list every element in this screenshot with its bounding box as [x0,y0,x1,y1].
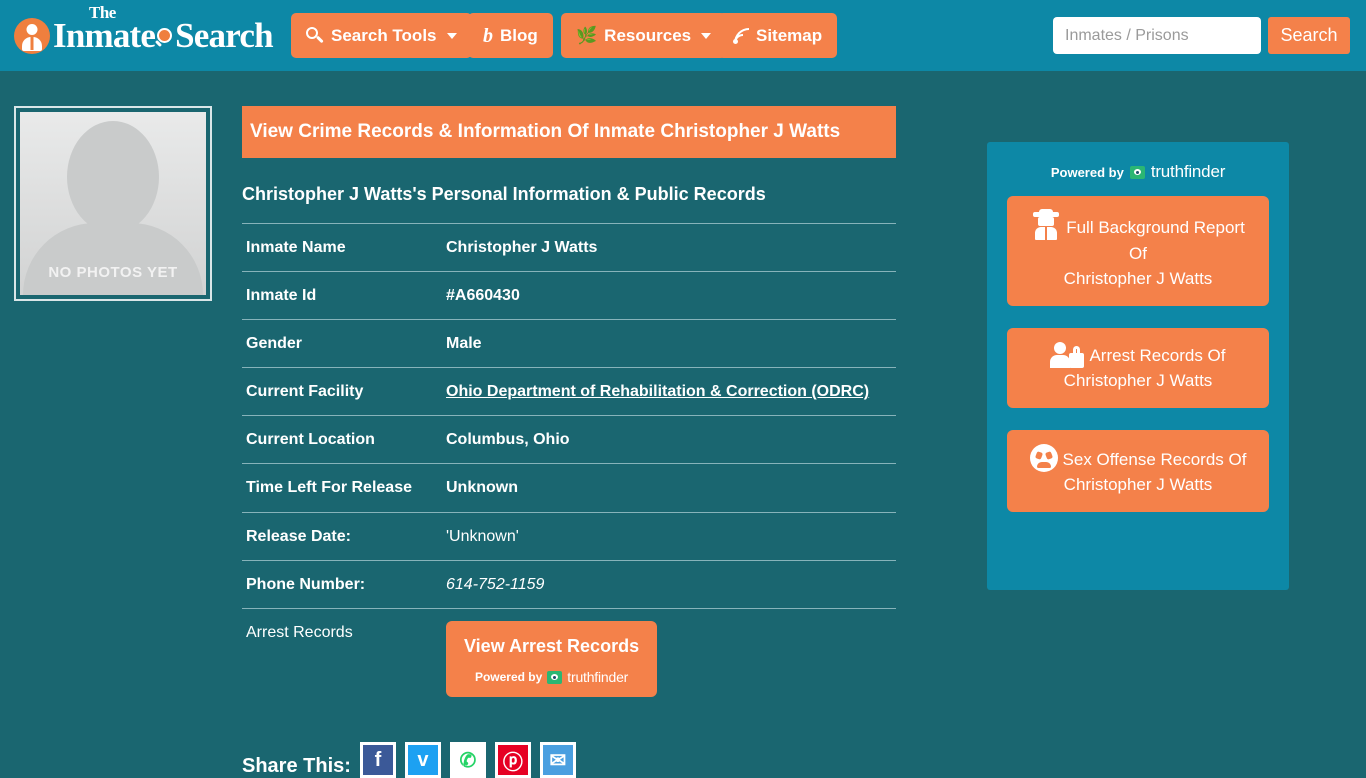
row-value: #A660430 [442,271,896,320]
promo-sidebar: Powered by truthfinder Full Background R… [987,142,1289,590]
nav-search-tools-label: Search Tools [331,25,437,45]
section-subtitle: Christopher J Watts's Personal Informati… [242,184,896,224]
card-line-2: Of [1129,243,1147,263]
whatsapp-share-icon[interactable]: ✆ [449,742,486,778]
table-row: Current Facility Ohio Department of Reha… [242,367,896,417]
row-label: Inmate Name [242,223,442,272]
nav-resources-label: Resources [604,25,692,45]
card-line-1: Full Background Report [1066,218,1245,237]
row-value: Christopher J Watts [442,223,896,272]
row-label: Current Facility [242,367,442,417]
row-label: Arrest Records [246,624,353,642]
row-value: 'Unknown' [442,512,896,561]
nav-blog-label: Blog [500,25,538,45]
full-background-report-card[interactable]: Full Background Report Of Christopher J … [1007,196,1269,306]
row-value: Columbus, Ohio [442,415,896,465]
inmate-photo-placeholder: NO PHOTOS YET [20,112,206,295]
card-line-1: Sex Offense Records Of [1062,449,1247,469]
twitter-share-icon[interactable]: ᴠ [404,742,441,778]
logo-search-text: Search [175,16,273,55]
chevron-down-icon [701,32,712,39]
table-row: Phone Number: 614-752-1159 [242,560,896,610]
table-row: Arrest Records View Arrest Records Power… [242,609,896,710]
sex-offense-records-card[interactable]: Sex Offense Records Of Christopher J Wat… [1007,429,1269,512]
row-label: Release Date: [242,512,442,561]
nav-search-tools-button[interactable]: Search Tools [291,13,472,58]
inmate-photo-frame: NO PHOTOS YET [14,106,212,301]
search-input[interactable] [1053,17,1261,54]
site-logo[interactable]: The Inmate Search [14,4,274,58]
row-label: Inmate Id [242,271,442,320]
row-value: Male [442,319,896,369]
table-row: Gender Male [242,319,896,369]
row-value: 614-752-1159 [442,560,896,610]
rss-icon [733,27,749,44]
card-line-1: Arrest Records Of [1089,345,1226,365]
card-line-2: Christopher J Watts [1063,371,1213,390]
powered-by-text: Powered by [474,669,543,684]
angry-face-icon [1029,443,1058,472]
page-title: View Crime Records & Information Of Inma… [242,106,896,158]
site-header: The Inmate Search Search Tools b Blog 🌿 R… [0,0,1366,71]
truthfinder-attribution: Powered by truthfinder [464,667,639,687]
card-line-3: Christopher J Watts [1063,269,1213,288]
search-submit-button[interactable]: Search [1268,17,1350,54]
truthfinder-logo-icon [1129,165,1145,179]
table-row: Release Date: 'Unknown' [242,512,896,561]
table-row: Inmate Name Christopher J Watts [242,223,896,272]
person-lock-icon [1050,341,1085,368]
table-row: Inmate Id #A660430 [242,271,896,320]
no-photos-caption: NO PHOTOS YET [48,264,178,281]
leaf-icon: 🌿 [576,26,598,45]
sidebar-truthfinder-attribution: Powered by truthfinder [1007,162,1269,182]
logo-wordmark: The Inmate Search [53,4,274,55]
logo-the-text: The [89,3,116,22]
chevron-down-icon [446,32,457,39]
truthfinder-brand-text: truthfinder [1150,162,1226,181]
email-share-icon[interactable]: ✉ [539,742,576,778]
share-label: Share This: [242,755,351,777]
facebook-share-icon[interactable]: f [359,742,396,778]
arrest-records-card[interactable]: Arrest Records Of Christopher J Watts [1007,327,1269,408]
row-label: Current Location [242,415,442,465]
view-arrest-records-label: View Arrest Records [464,636,640,657]
row-value: Unknown [442,463,896,513]
inmate-info-table: Inmate Name Christopher J Watts Inmate I… [242,223,896,710]
row-label: Time Left For Release [242,463,442,513]
main-content: View Crime Records & Information Of Inma… [242,106,896,709]
nav-blog-button[interactable]: b Blog [468,13,553,58]
nav-resources-button[interactable]: 🌿 Resources [561,13,727,58]
magnifier-icon [306,26,324,45]
magnifier-icon [154,27,176,49]
share-bar: Share This: f ᴠ ✆ ⓟ ✉ [242,742,576,778]
table-row: Time Left For Release Unknown [242,463,896,513]
facility-link[interactable]: Ohio Department of Rehabilitation & Corr… [446,383,869,400]
blog-b-icon: b [483,24,493,47]
detective-icon [1031,209,1061,240]
table-row: Current Location Columbus, Ohio [242,415,896,465]
truthfinder-brand-text: truthfinder [567,669,629,686]
person-badge-icon [14,17,50,54]
card-line-2: Christopher J Watts [1063,475,1213,494]
nav-sitemap-button[interactable]: Sitemap [718,13,838,58]
view-arrest-records-button[interactable]: View Arrest Records Powered by truthfind… [446,621,658,698]
truthfinder-logo-icon [547,670,563,684]
powered-by-text: Powered by [1050,164,1124,180]
row-label: Phone Number: [242,560,442,610]
nav-sitemap-label: Sitemap [756,25,823,45]
row-label: Gender [242,319,442,369]
pinterest-share-icon[interactable]: ⓟ [494,742,531,778]
